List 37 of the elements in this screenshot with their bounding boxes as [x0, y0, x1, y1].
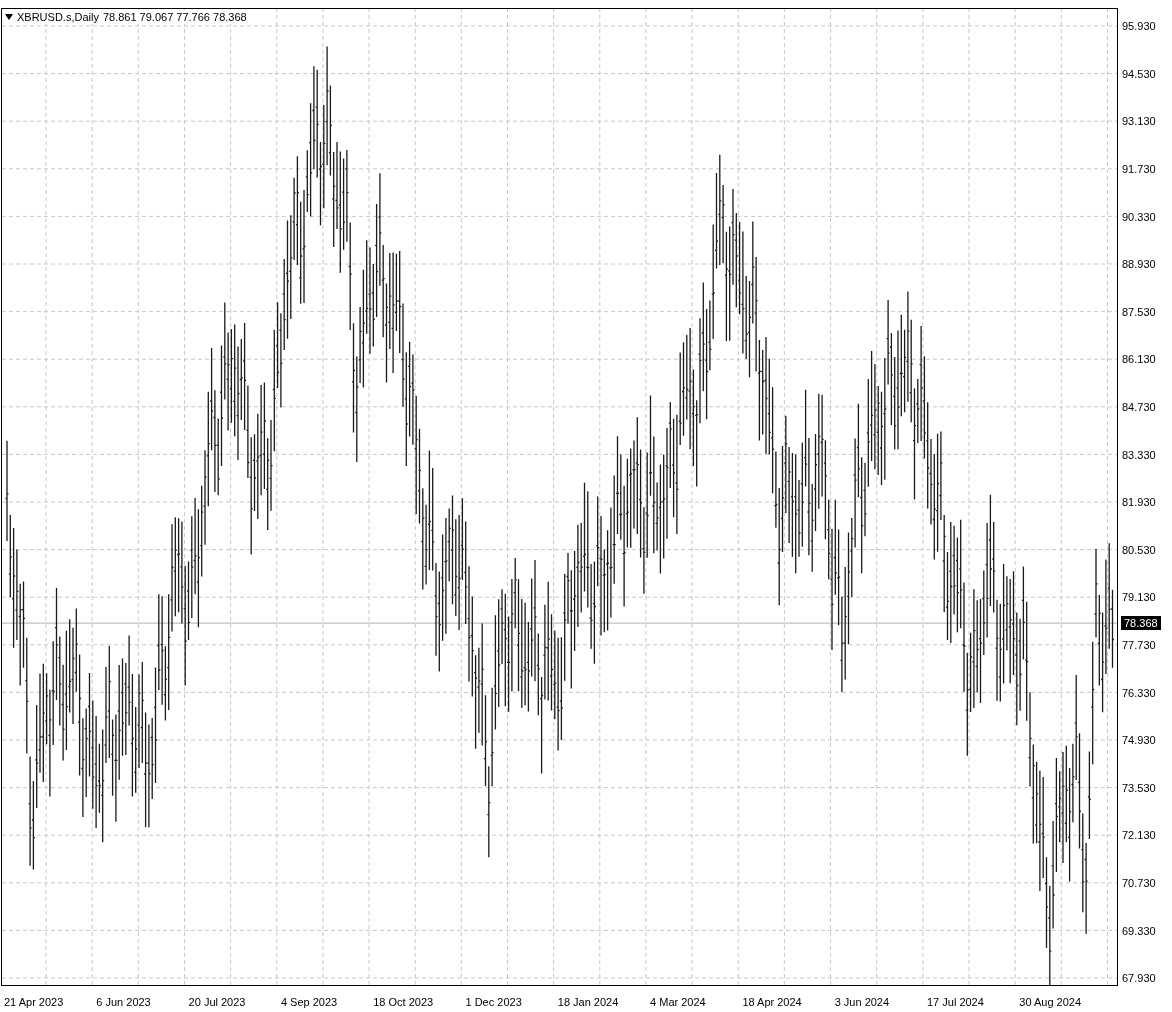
symbol-label: XBRUSD.s,Daily [17, 10, 99, 24]
price-axis-label: 88.930 [1122, 258, 1156, 272]
time-axis-label: 18 Apr 2024 [742, 996, 802, 1008]
price-axis-label: 84.730 [1122, 401, 1156, 415]
time-axis-label: 20 Jul 2023 [188, 996, 246, 1008]
price-axis-label: 79.130 [1122, 591, 1156, 605]
price-axis-label: 80.530 [1122, 543, 1156, 557]
current-price-label: 78.368 [1121, 616, 1161, 631]
time-axis-label: 18 Jan 2024 [557, 996, 619, 1008]
time-axis-label: 21 Apr 2023 [4, 996, 64, 1008]
time-axis-label: 4 Sep 2023 [280, 996, 338, 1008]
price-axis-label: 83.330 [1122, 448, 1156, 462]
price-axis-label: 93.130 [1122, 115, 1156, 129]
price-axis-label: 81.930 [1122, 496, 1156, 510]
dropdown-triangle-icon[interactable] [5, 14, 13, 20]
time-axis-label: 4 Mar 2024 [650, 996, 706, 1008]
time-axis-label: 1 Dec 2023 [465, 996, 522, 1008]
time-axis-label: 18 Oct 2023 [373, 996, 434, 1008]
price-axis-label: 95.930 [1122, 20, 1156, 34]
ohlc-values: 78.861 79.067 77.766 78.368 [102, 10, 247, 24]
price-axis-label: 76.330 [1122, 686, 1156, 700]
price-axis-label: 94.530 [1122, 67, 1156, 81]
price-axis-label: 90.330 [1122, 210, 1156, 224]
price-axis-label: 87.530 [1122, 305, 1156, 319]
price-axis-label: 73.530 [1122, 781, 1156, 795]
time-axis-label: 17 Jul 2024 [926, 996, 984, 1008]
price-axis-label: 91.730 [1122, 163, 1156, 177]
price-axis-label: 74.930 [1122, 734, 1156, 748]
price-axis-label: 77.730 [1122, 639, 1156, 652]
price-axis-label: 69.330 [1122, 924, 1156, 938]
time-axis-label: 30 Aug 2024 [1019, 996, 1082, 1008]
time-axis-label: 3 Jun 2024 [834, 996, 890, 1008]
price-axis-label: 86.130 [1122, 353, 1156, 367]
time-axis-label: 6 Jun 2023 [96, 996, 151, 1008]
price-axis-label: 70.730 [1122, 877, 1156, 890]
price-axis-label: 67.930 [1122, 972, 1156, 986]
price-axis-label: 72.130 [1122, 829, 1156, 843]
